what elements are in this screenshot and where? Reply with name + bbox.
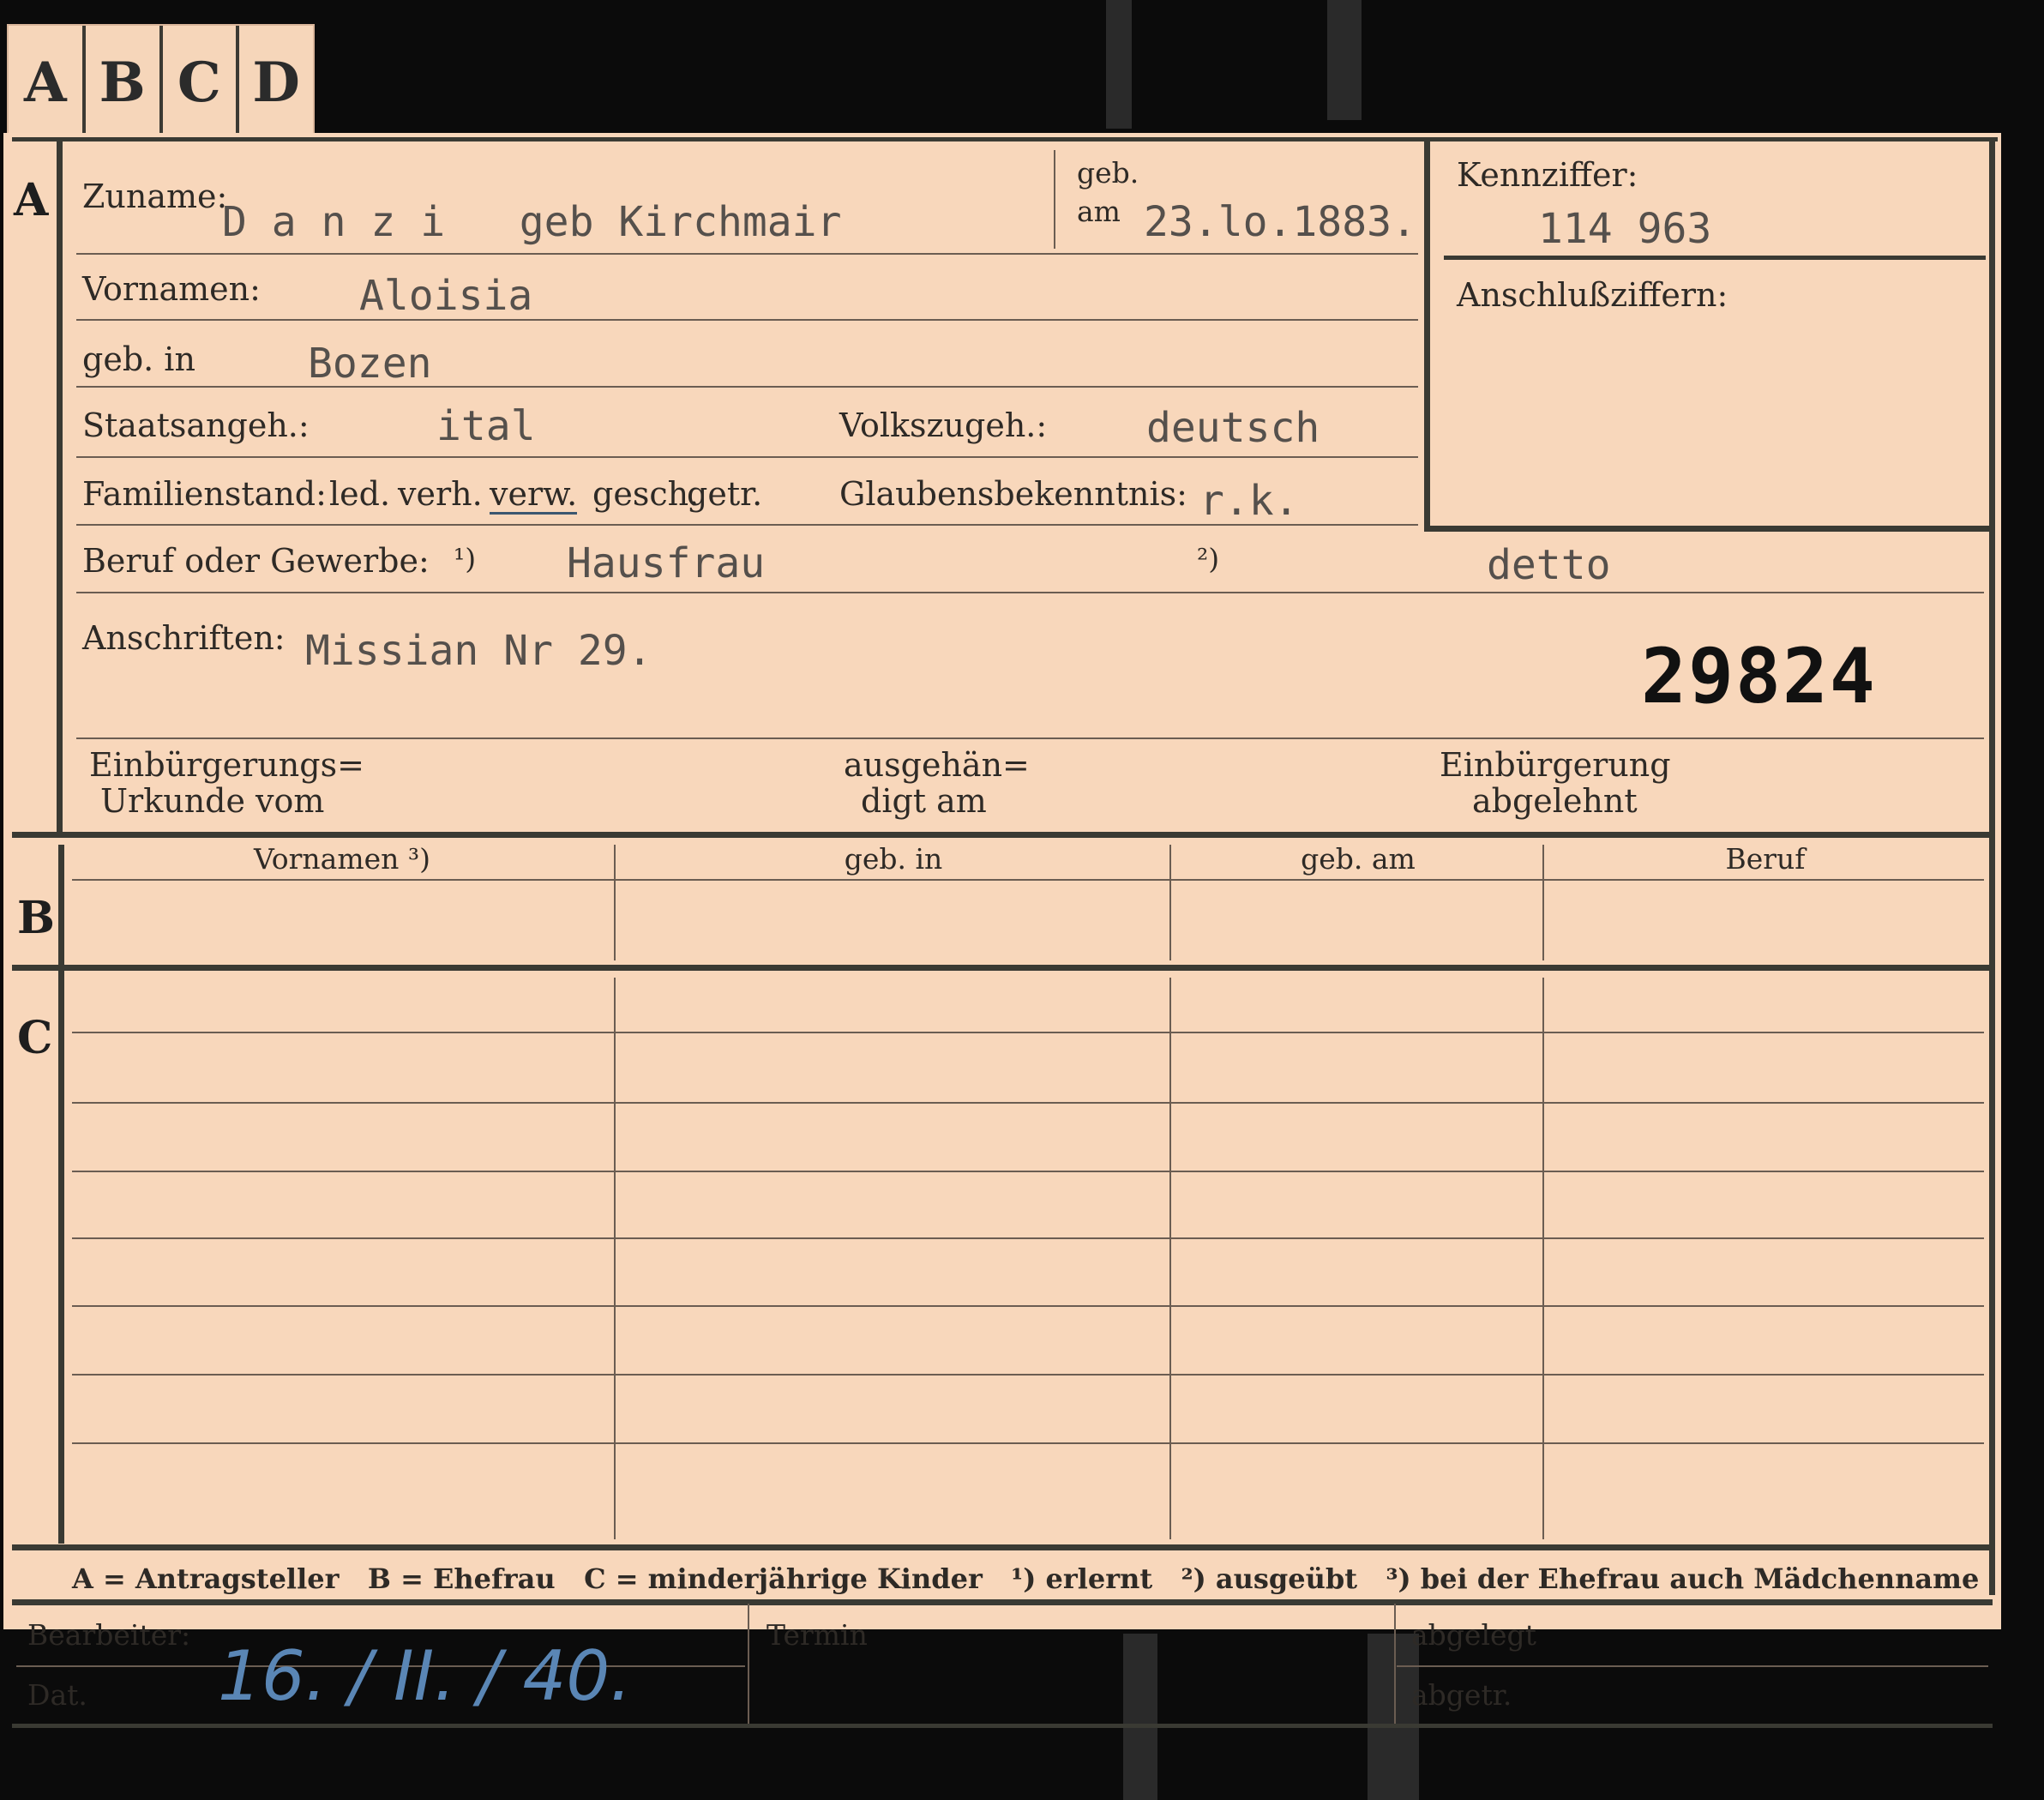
footer-bottom-border xyxy=(12,1599,1993,1605)
anschrift-value: Missian Nr 29. xyxy=(305,627,652,675)
table-c-row-3 xyxy=(72,1171,1984,1172)
row-line-7 xyxy=(76,737,1984,739)
vornamen-value: Aloisia xyxy=(359,272,533,320)
table-c-row-7 xyxy=(72,1442,1984,1444)
index-card: A B C Zuname: D a n z i geb Kirchmair ge… xyxy=(3,133,2001,1728)
card-top-border xyxy=(12,137,1998,141)
abgelegt-line xyxy=(1397,1665,1988,1667)
binder-clip-top-right xyxy=(1327,0,1362,120)
table-header-vornamen: Vornamen ³) xyxy=(253,842,431,876)
vornamen-label: Vornamen: xyxy=(82,270,261,308)
table-header-line xyxy=(72,879,1984,881)
kennziffer-label: Kennziffer: xyxy=(1457,156,1638,194)
einbuergerung-label-1: Einbürgerungs= xyxy=(89,746,364,784)
section-a-divider xyxy=(57,141,63,832)
section-bc-divider xyxy=(58,845,64,1544)
row-line-2 xyxy=(76,319,1418,321)
binder-clip-top-left xyxy=(1106,0,1132,129)
abgelehnt-label-1: Einbürgerung xyxy=(1440,746,1671,784)
familienstand-option-gesch: gesch. xyxy=(592,475,700,513)
glaubensbekenntnis-label: Glaubensbekenntnis: xyxy=(839,475,1187,513)
kennziffer-value: 114 963 xyxy=(1538,205,1712,253)
row-line-5 xyxy=(76,524,1418,526)
beruf-ausgeuebt-value: detto xyxy=(1487,541,1611,589)
row-line-3 xyxy=(76,386,1418,388)
anschlussziffern-label: Anschlußziffern: xyxy=(1457,276,1728,314)
kennziffer-underline xyxy=(1444,256,1986,260)
table-b-col-1 xyxy=(614,845,616,960)
table-c-col-3 xyxy=(1542,978,1544,1539)
geb-am-value: 23.lo.1883. xyxy=(1144,198,1416,246)
bearbeiter-label: Bearbeiter: xyxy=(27,1618,191,1652)
familienstand-label: Familienstand: xyxy=(82,475,327,513)
volkszugeh-value: deutsch xyxy=(1146,404,1320,452)
table-c-row-4 xyxy=(72,1237,1984,1239)
row-line-1 xyxy=(76,253,1418,255)
card-bottom-border xyxy=(12,1724,1993,1728)
beruf-note-2: ²) xyxy=(1197,542,1220,575)
table-b-col-3 xyxy=(1542,845,1544,960)
familienstand-option-getr: getr. xyxy=(687,475,763,513)
register-tabs: A B C D xyxy=(7,24,315,141)
table-c-col-2 xyxy=(1169,978,1171,1539)
right-border xyxy=(1989,137,1995,1595)
table-c-row-5 xyxy=(72,1305,1984,1307)
row-line-6 xyxy=(76,592,1984,593)
beruf-note-1: ¹) xyxy=(454,542,477,575)
binder-clip-bottom-right xyxy=(1368,1634,1419,1800)
table-c-row-2 xyxy=(72,1102,1984,1104)
section-letter-a: A xyxy=(14,174,49,226)
table-c-row-6 xyxy=(72,1374,1984,1376)
anschriften-label: Anschriften: xyxy=(82,619,286,657)
geb-am-label-2: am xyxy=(1077,195,1121,228)
table-header-beruf: Beruf xyxy=(1725,842,1806,876)
beruf-label: Beruf oder Gewerbe: xyxy=(82,542,430,580)
admin-col-1 xyxy=(748,1604,749,1724)
footer-legend: A = Antragsteller B = Ehefrau C = minder… xyxy=(72,1562,1980,1595)
section-letter-b: B xyxy=(17,892,55,944)
table-header-geb-am: geb. am xyxy=(1301,842,1416,876)
dat-label: Dat. xyxy=(27,1678,87,1712)
tab-c[interactable]: C xyxy=(163,26,240,139)
zuname-label: Zuname: xyxy=(82,178,228,215)
table-c-row-1 xyxy=(72,1032,1984,1033)
section-bc-border xyxy=(12,965,1993,971)
ausgehaendigt-label-1: ausgehän= xyxy=(844,746,1030,784)
geb-am-label-1: geb. xyxy=(1077,156,1139,190)
kennziffer-box-left xyxy=(1424,141,1430,532)
geb-in-value: Bozen xyxy=(308,340,432,388)
ausgehaendigt-label-2: digt am xyxy=(861,782,987,820)
abgetr-label: abgetr. xyxy=(1411,1678,1512,1712)
zuname-value: D a n z i geb Kirchmair xyxy=(222,198,842,246)
beruf-erlernt-value: Hausfrau xyxy=(567,539,766,587)
abgelegt-label: abgelegt xyxy=(1411,1618,1536,1652)
termin-label: Termin xyxy=(766,1618,868,1652)
glaubensbekenntnis-value: r.k. xyxy=(1199,477,1299,525)
section-ab-border xyxy=(12,832,1993,838)
stamp-number: 29824 xyxy=(1641,632,1877,720)
staatsangeh-value: ital xyxy=(436,402,536,450)
section-letter-c: C xyxy=(17,1012,53,1064)
admin-col-2 xyxy=(1394,1604,1396,1724)
dat-handwritten: 16. / II. / 40. xyxy=(218,1636,632,1716)
staatsangeh-label: Staatsangeh.: xyxy=(82,406,310,444)
table-header-geb-in: geb. in xyxy=(844,842,943,876)
familienstand-option-verh: verh. xyxy=(398,475,483,513)
tab-b[interactable]: B xyxy=(86,26,163,139)
tab-a[interactable]: A xyxy=(9,26,86,139)
footer-top-border xyxy=(12,1544,1993,1550)
kennziffer-box-bottom xyxy=(1424,526,1990,532)
familienstand-option-led: led. xyxy=(329,475,391,513)
abgelehnt-label-2: abgelehnt xyxy=(1472,782,1638,820)
einbuergerung-label-2: Urkunde vom xyxy=(100,782,325,820)
binder-clip-bottom-left xyxy=(1123,1634,1157,1800)
geb-am-divider xyxy=(1054,150,1055,249)
row-line-4 xyxy=(76,456,1418,458)
table-b-col-2 xyxy=(1169,845,1171,960)
table-c-col-1 xyxy=(614,978,616,1539)
familienstand-option-verw: verw. xyxy=(490,475,578,515)
tab-d[interactable]: D xyxy=(239,26,313,139)
geb-in-label: geb. in xyxy=(82,340,195,378)
volkszugeh-label: Volkszugeh.: xyxy=(839,406,1048,444)
